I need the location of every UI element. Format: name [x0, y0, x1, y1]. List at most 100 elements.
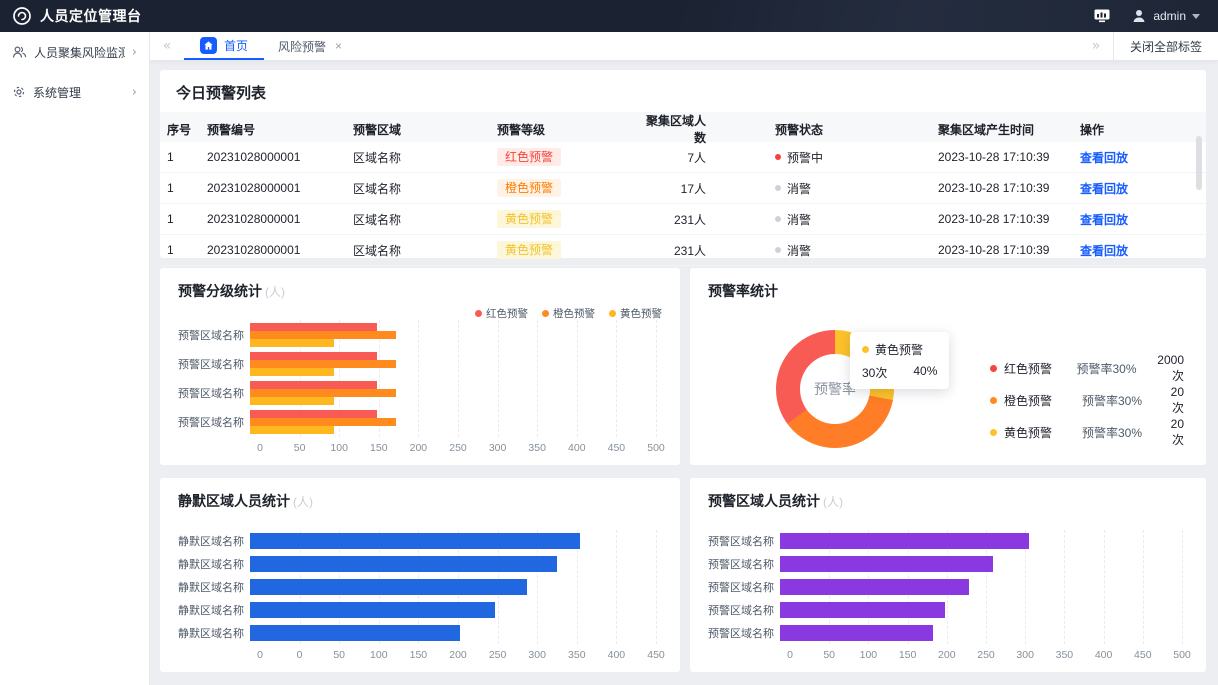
rate-legend-item[interactable]: 橙色预警预警率30%20次: [990, 384, 1184, 416]
x-tick-label: 150: [410, 649, 428, 661]
status-text: 消警: [787, 180, 811, 197]
tab-risk-warning[interactable]: 风险预警 ×: [264, 32, 356, 60]
monitor-screen-icon[interactable]: [1093, 8, 1111, 24]
sidebar-item-risk-monitor[interactable]: 人员聚集风险监测预警 ›: [0, 32, 149, 72]
y-axis-label: 预警区域名称: [708, 533, 780, 549]
bar-track: [250, 625, 656, 641]
y-axis-label: 静默区域名称: [178, 625, 250, 641]
level-badge: 红色预警: [497, 148, 561, 166]
close-all-tabs-button[interactable]: 关闭全部标签: [1113, 32, 1218, 60]
bar-group: 预警区域名称: [178, 352, 656, 376]
view-playback-link[interactable]: 查看回放: [1080, 213, 1128, 227]
view-playback-link[interactable]: 查看回放: [1080, 244, 1128, 258]
legend-item[interactable]: 黄色预警: [609, 306, 662, 321]
x-tick-label: 300: [528, 649, 546, 661]
bar-segment: [250, 323, 377, 331]
column-header: 预警等级: [490, 121, 636, 138]
status-text: 消警: [787, 211, 811, 228]
rate-legend-item[interactable]: 红色预警预警率30%2000次: [990, 352, 1184, 384]
legend-dot-icon: [542, 310, 549, 317]
view-playback-link[interactable]: 查看回放: [1080, 182, 1128, 196]
rate-legend-item[interactable]: 黄色预警预警率30%20次: [990, 416, 1184, 448]
cell-index: 1: [160, 181, 200, 195]
x-tick-label: 50: [823, 649, 835, 661]
today-warning-list-card: 今日预警列表 序号预警编号预警区域预警等级聚集区域人数预警状态聚集区域产生时间操…: [160, 70, 1206, 258]
x-axis: 050100150200250300350400450500: [790, 644, 1182, 664]
bar: [780, 556, 993, 572]
close-icon[interactable]: ×: [335, 39, 342, 53]
tooltip-percent: 40%: [913, 364, 937, 381]
tabs-scroll-right-icon[interactable]: »: [1079, 32, 1113, 60]
bar-group: 预警区域名称: [178, 323, 656, 347]
column-header: 操作: [1062, 121, 1206, 138]
level-badge: 黄色预警: [497, 210, 561, 228]
bar: [250, 579, 527, 595]
rate-legend-count: 2000次: [1157, 353, 1184, 384]
status-dot-icon: [775, 247, 781, 253]
sidebar: 人员聚集风险监测预警 › 系统管理 ›: [0, 32, 150, 685]
cell-time: 2023-10-28 17:10:39: [910, 243, 1062, 257]
status-text: 消警: [787, 242, 811, 259]
cell-time: 2023-10-28 17:10:39: [910, 212, 1062, 226]
bar-track: [250, 556, 656, 572]
legend-item[interactable]: 橙色预警: [542, 306, 595, 321]
legend-item[interactable]: 红色预警: [475, 306, 528, 321]
y-axis-label: 静默区域名称: [178, 556, 250, 572]
chart-legend: 红色预警橙色预警黄色预警: [475, 306, 662, 321]
x-tick-label: 350: [1056, 649, 1074, 661]
x-tick-label: 300: [489, 442, 507, 454]
tab-home[interactable]: 首页: [184, 32, 264, 60]
x-axis: 0050100150200250300350400450: [260, 644, 656, 664]
user-avatar-icon: [1131, 8, 1147, 24]
user-menu[interactable]: admin: [1131, 8, 1200, 24]
cell-warning-no: 20231028000001: [200, 243, 346, 257]
tab-label: 首页: [224, 37, 248, 54]
cell-warning-no: 20231028000001: [200, 212, 346, 226]
table-header-row: 序号预警编号预警区域预警等级聚集区域人数预警状态聚集区域产生时间操作: [160, 112, 1206, 142]
x-tick-label: 250: [977, 649, 995, 661]
x-tick-label: 100: [330, 442, 348, 454]
rate-legend-list: 红色预警预警率30%2000次橙色预警预警率30%20次黄色预警预警率30%20…: [990, 352, 1184, 448]
bar-track: [780, 579, 1182, 595]
cell-index: 1: [160, 150, 200, 164]
x-tick-label: 0: [257, 442, 263, 454]
tooltip-series-dot: [862, 346, 869, 353]
cell-status: 消警: [768, 242, 910, 259]
status-dot-icon: [775, 216, 781, 222]
cell-index: 1: [160, 212, 200, 226]
sidebar-item-label: 系统管理: [33, 84, 125, 101]
x-tick-label: 200: [410, 442, 428, 454]
level-badge: 黄色预警: [497, 241, 561, 259]
y-axis-label: 静默区域名称: [178, 579, 250, 595]
status-dot-icon: [775, 185, 781, 191]
bar-group: 预警区域名称: [178, 410, 656, 434]
bar-segment: [250, 426, 334, 434]
x-tick-label: 150: [370, 442, 388, 454]
cell-warning-no: 20231028000001: [200, 150, 346, 164]
bar: [780, 625, 933, 641]
tooltip-series-name: 黄色预警: [875, 341, 923, 358]
sidebar-item-system-admin[interactable]: 系统管理 ›: [0, 72, 149, 112]
bar-row: 预警区域名称: [708, 533, 1182, 549]
cell-action: 查看回放: [1062, 211, 1206, 228]
bar: [780, 579, 969, 595]
legend-dot-icon: [609, 310, 616, 317]
cell-area: 区域名称: [346, 211, 490, 228]
tabs-scroll-left-icon[interactable]: «: [150, 32, 184, 60]
top-navbar: 人员定位管理台 admin: [0, 0, 1218, 32]
x-tick-label: 450: [1134, 649, 1152, 661]
tab-label: 风险预警: [278, 38, 326, 55]
legend-label: 红色预警: [486, 306, 528, 321]
rate-legend-rate: 预警率30%: [1076, 360, 1157, 377]
warning-area-people-stats-card: 预警区域人员统计(人) 预警区域名称预警区域名称预警区域名称预警区域名称预警区域…: [690, 478, 1206, 672]
table-scrollbar-thumb[interactable]: [1196, 136, 1202, 190]
legend-label: 黄色预警: [1004, 424, 1052, 441]
view-playback-link[interactable]: 查看回放: [1080, 151, 1128, 165]
x-tick-label: 400: [568, 442, 586, 454]
plot-rows: 预警区域名称预警区域名称预警区域名称预警区域名称预警区域名称: [708, 530, 1182, 644]
cell-area: 区域名称: [346, 242, 490, 259]
gear-icon: [12, 85, 26, 99]
bar-row: 静默区域名称: [178, 556, 656, 572]
cell-level: 红色预警: [490, 148, 636, 166]
x-tick-label: 100: [370, 649, 388, 661]
